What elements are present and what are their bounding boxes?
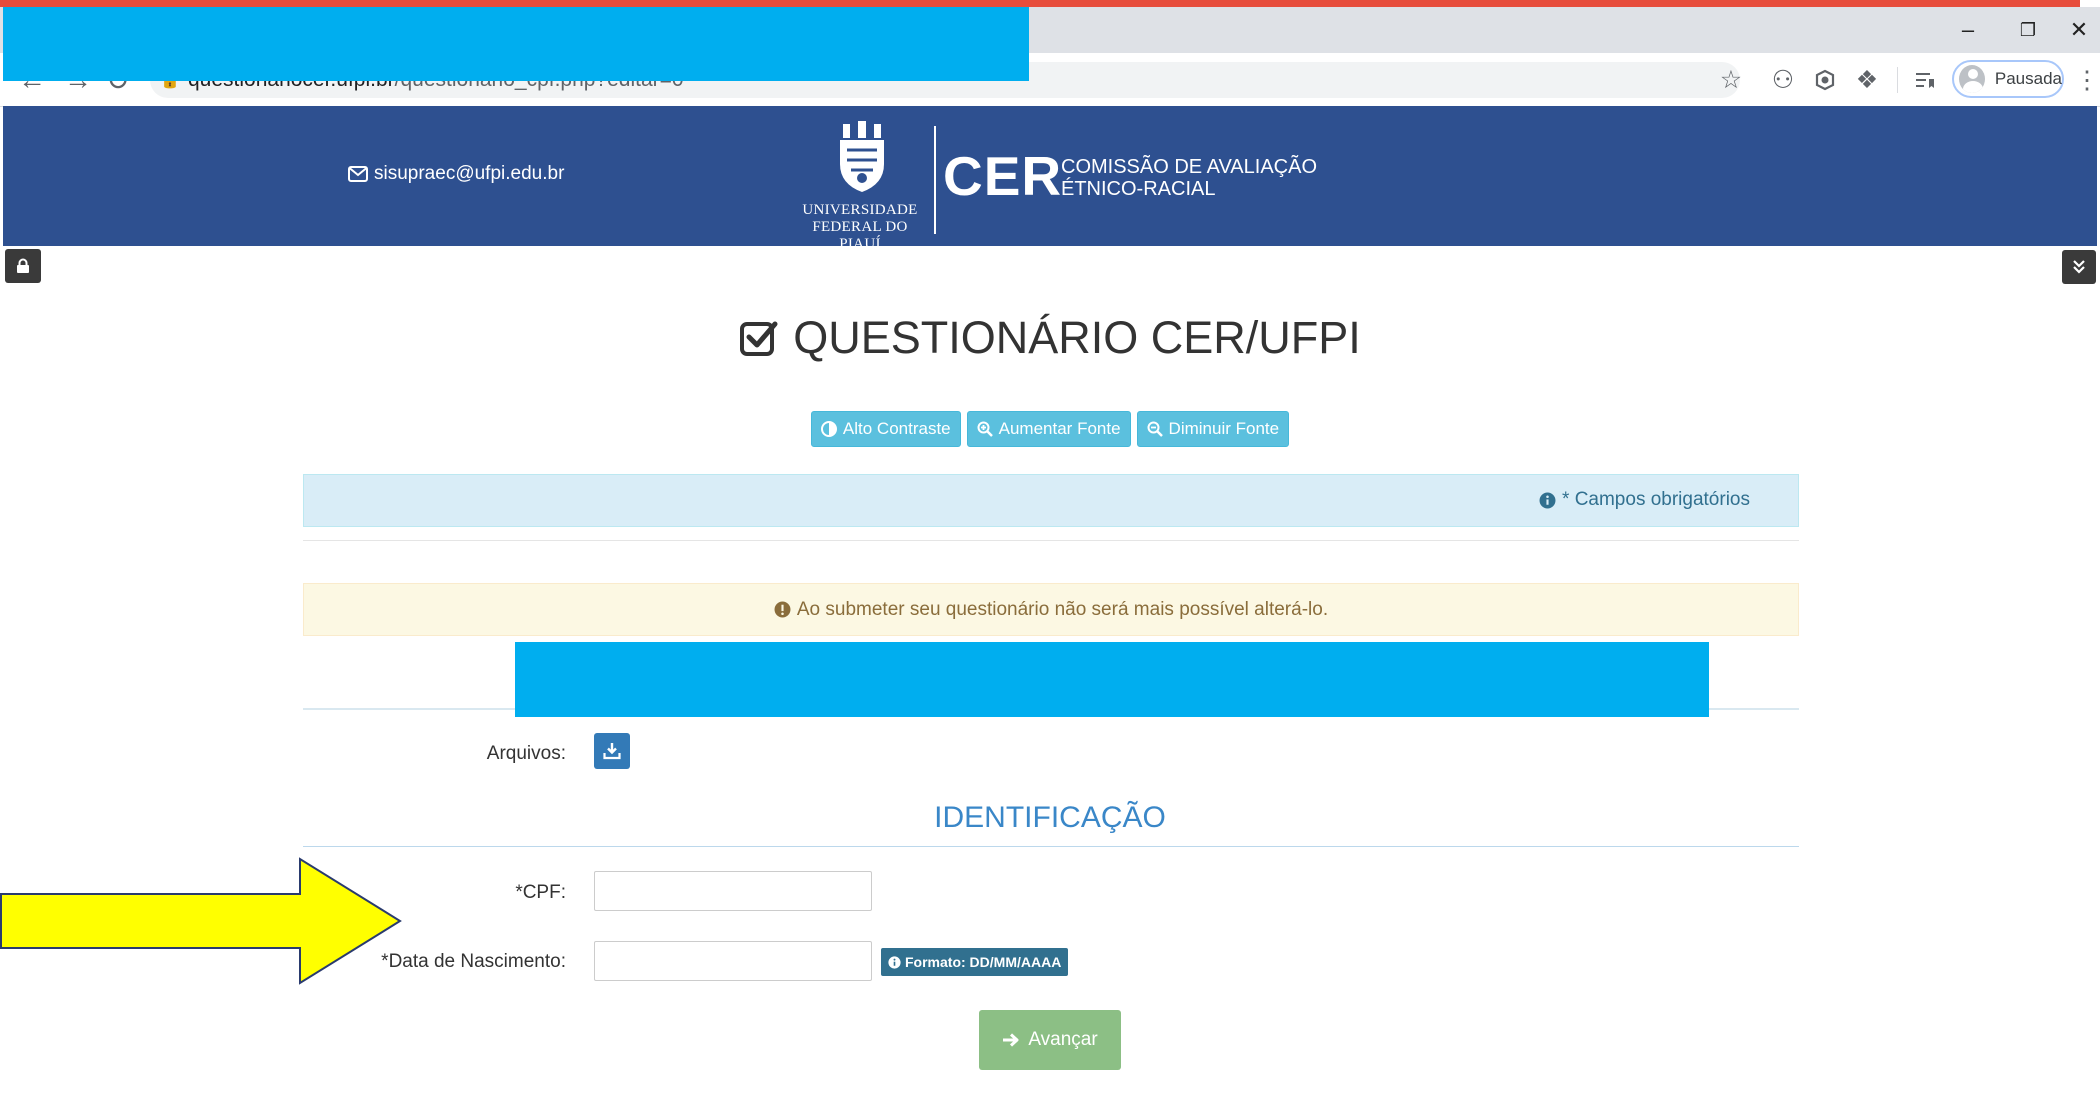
extension-shield-icon[interactable]: [1808, 64, 1842, 96]
university-name-line2: FEDERAL DO PIAUÍ: [812, 219, 908, 252]
logo-divider: [934, 126, 936, 234]
submission-warning-text: Ao submeter seu questionário não será ma…: [796, 598, 1329, 620]
birth-date-input[interactable]: [594, 941, 872, 981]
contact-email-link[interactable]: sisupraec@ufpi.edu.br: [348, 163, 564, 185]
minimize-button[interactable]: –: [1938, 7, 1998, 53]
exclamation-circle-icon: [774, 601, 791, 618]
increase-font-label: Aumentar Fonte: [998, 419, 1121, 438]
identification-section-title: IDENTIFICAÇÃO: [934, 801, 1166, 834]
close-window-button[interactable]: ✕: [2058, 7, 2100, 53]
cpf-input[interactable]: [594, 871, 872, 911]
lock-button[interactable]: [5, 249, 41, 283]
date-format-badge: Formato: DD/MM/AAAA: [881, 948, 1069, 976]
accessibility-toolbar: Alto Contraste Aumentar Fonte Diminuir F…: [0, 411, 2100, 447]
reading-list-icon[interactable]: [1908, 64, 1942, 96]
bookmark-star-icon[interactable]: ☆: [1714, 64, 1748, 96]
tab-strip-accent: [0, 0, 2080, 7]
high-contrast-button[interactable]: Alto Contraste: [810, 411, 961, 447]
cer-subtitle-line2: ÉTNICO-RACIAL: [1061, 178, 1216, 200]
zoom-in-icon: [977, 421, 993, 437]
date-format-text: Formato: DD/MM/AAAA: [905, 954, 1062, 970]
avatar-icon: [1959, 65, 1985, 93]
decrease-font-label: Diminuir Fonte: [1168, 419, 1280, 438]
profile-label: Pausada: [1994, 69, 2062, 88]
required-fields-alert: * Campos obrigatórios: [303, 474, 1799, 527]
browser-menu-icon[interactable]: ⋮: [2074, 64, 2100, 96]
decrease-font-button[interactable]: Diminuir Fonte: [1136, 411, 1290, 447]
university-name: UNIVERSIDADE FEDERAL DO PIAUÍ: [790, 202, 930, 253]
envelope-icon: [348, 166, 368, 182]
redaction-box: [3, 7, 1029, 81]
cer-acronym: CER: [943, 145, 1063, 207]
info-circle-icon: [1539, 492, 1556, 508]
double-chevron-down-icon: [2073, 260, 2085, 274]
contrast-icon: [820, 421, 837, 437]
info-circle-icon: [888, 955, 901, 969]
checkbox-checked-icon: [740, 321, 778, 356]
annotation-arrow: [0, 857, 402, 985]
high-contrast-label: Alto Contraste: [842, 419, 951, 438]
section-divider: [303, 846, 1799, 847]
cer-subtitle-line1: COMISSÃO DE AVALIAÇÃO: [1061, 156, 1317, 178]
arrow-right-icon: [1003, 1033, 1019, 1047]
required-fields-text: * Campos obrigatórios: [1562, 489, 1750, 510]
redaction-box: [515, 642, 1709, 717]
download-icon: [603, 743, 621, 760]
submission-warning-alert: Ao submeter seu questionário não será ma…: [303, 583, 1799, 636]
restore-button[interactable]: ❐: [1998, 7, 2058, 53]
cer-subtitle: COMISSÃO DE AVALIAÇÃO ÉTNICO-RACIAL: [1061, 156, 1317, 200]
extension-accessibility-icon[interactable]: ⚇: [1766, 64, 1800, 96]
collapse-toggle-button[interactable]: [2062, 250, 2096, 284]
page-title-text: QUESTIONÁRIO CER/UFPI: [793, 312, 1361, 363]
padlock-icon: [17, 258, 29, 273]
extension-puzzle-icon[interactable]: ❖: [1850, 64, 1884, 96]
required-fields-note: * Campos obrigatórios: [1539, 489, 1750, 511]
page-title: QUESTIONÁRIO CER/UFPI: [0, 312, 2100, 364]
toolbar-divider: [1897, 67, 1898, 93]
next-button[interactable]: Avançar: [979, 1010, 1121, 1070]
contact-email: sisupraec@ufpi.edu.br: [374, 163, 565, 184]
files-label: Arquivos:: [486, 743, 566, 764]
university-name-line1: UNIVERSIDADE: [802, 202, 918, 218]
increase-font-button[interactable]: Aumentar Fonte: [966, 411, 1131, 447]
zoom-out-icon: [1147, 421, 1163, 437]
divider: [303, 540, 1799, 541]
profile-button[interactable]: Pausada: [1952, 60, 2064, 98]
university-crest-logo: [837, 120, 887, 205]
download-files-button[interactable]: [594, 733, 630, 769]
next-button-label: Avançar: [1028, 1029, 1098, 1050]
